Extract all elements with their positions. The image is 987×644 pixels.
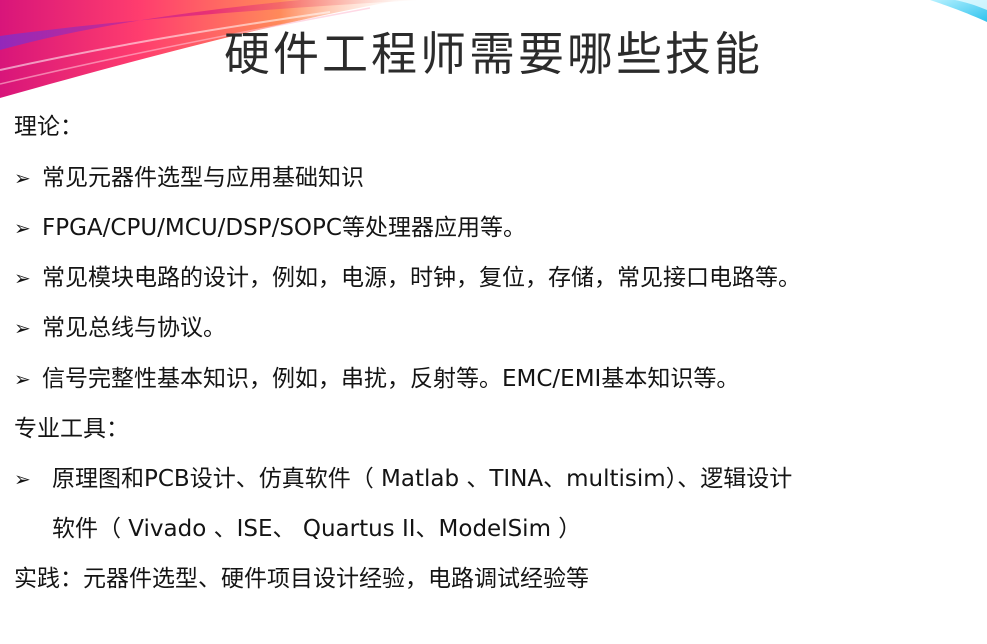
bullet-text: 常见元器件选型与应用基础知识	[42, 165, 364, 191]
arrow-bullet-icon: ➢	[14, 367, 31, 391]
section-heading-tools: 专业工具：	[14, 416, 129, 442]
list-item: ➢ 常见总线与协议。	[14, 313, 226, 343]
slide-title: 硬件工程师需要哪些技能	[224, 27, 763, 81]
section-heading-practice: 实践：元器件选型、硬件项目设计经验，电路调试经验等	[14, 566, 589, 592]
list-item: ➢ 原理图和PCB设计、仿真软件（ Matlab 、TINA、multisim）、…	[14, 464, 792, 494]
bullet-text: 常见总线与协议。	[42, 315, 226, 341]
list-item: ➢ 常见模块电路的设计，例如，电源，时钟，复位，存储，常见接口电路等。	[14, 263, 801, 293]
bullet-continuation-text: 软件（ Vivado 、ISE、 Quartus II、ModelSim ）	[52, 516, 582, 542]
arrow-bullet-icon: ➢	[14, 467, 31, 491]
arrow-bullet-icon: ➢	[14, 316, 31, 340]
arrow-bullet-icon: ➢	[14, 166, 31, 190]
arrow-bullet-icon: ➢	[14, 216, 31, 240]
bullet-text: 信号完整性基本知识，例如，串扰，反射等。EMC/EMI基本知识等。	[42, 366, 740, 392]
list-item: ➢ FPGA/CPU/MCU/DSP/SOPC等处理器应用等。	[14, 213, 526, 243]
bullet-text: 常见模块电路的设计，例如，电源，时钟，复位，存储，常见接口电路等。	[42, 265, 801, 291]
bullet-text: 原理图和PCB设计、仿真软件（ Matlab 、TINA、multisim）、逻…	[52, 466, 793, 492]
section-heading-theory: 理论：	[14, 114, 83, 140]
list-item: ➢ 信号完整性基本知识，例如，串扰，反射等。EMC/EMI基本知识等。	[14, 364, 739, 394]
list-item: ➢ 常见元器件选型与应用基础知识	[14, 163, 364, 193]
arrow-bullet-icon: ➢	[14, 266, 31, 290]
bullet-text: FPGA/CPU/MCU/DSP/SOPC等处理器应用等。	[42, 215, 526, 241]
